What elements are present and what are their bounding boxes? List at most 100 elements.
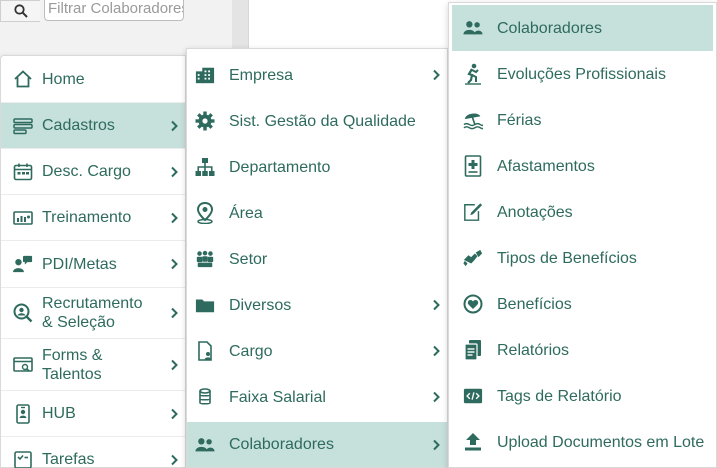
submenu-item-colaboradores-list[interactable]: Colaboradores — [452, 5, 713, 51]
main-menu: Home Cadastros Desc. Cargo Treinamento P… — [0, 55, 186, 468]
chevron-right-icon — [431, 345, 441, 357]
menu-item-label: PDI/Metas — [42, 255, 117, 273]
submenu-item-label: Sist. Gestão da Qualidade — [229, 112, 416, 130]
search-bar — [0, 0, 186, 22]
chevron-right-icon — [169, 408, 179, 420]
submenu-item-evolucoes-profissionais[interactable]: Evoluções Profissionais — [449, 51, 716, 97]
users-icon — [463, 18, 483, 38]
search-input[interactable] — [44, 0, 184, 21]
submenu-item-label: Faixa Salarial — [229, 388, 326, 406]
chevron-right-icon — [431, 439, 441, 451]
submenu-item-label: Benefícios — [497, 295, 572, 313]
menu-item-label: Recrutamento & Seleção — [42, 295, 143, 331]
chevron-right-icon — [169, 258, 179, 270]
menu-item-label: Cadastros — [42, 117, 115, 134]
menu-item-home[interactable]: Home — [1, 56, 185, 103]
chevron-right-icon — [431, 299, 441, 311]
submenu-item-label: Setor — [229, 250, 268, 268]
colaboradores-submenu: Colaboradores Evoluções Profissionais Fé… — [448, 2, 717, 468]
submenu-item-afastamentos[interactable]: Afastamentos — [449, 143, 716, 189]
submenu-item-colaboradores[interactable]: Colaboradores — [187, 422, 447, 467]
chevron-right-icon — [431, 69, 441, 81]
submenu-item-cargo[interactable]: Cargo — [187, 328, 447, 374]
submenu-item-label: Tags de Relatório — [497, 387, 622, 405]
code-tag-icon — [463, 386, 483, 406]
submenu-item-label: Departamento — [229, 158, 331, 176]
submenu-item-faixa-salarial[interactable]: Faixa Salarial — [187, 374, 447, 420]
submenu-item-relatorios[interactable]: Relatórios — [449, 327, 716, 373]
id-badge-icon — [13, 403, 33, 424]
submenu-item-anotacoes[interactable]: Anotações — [449, 189, 716, 235]
user-chat-icon — [13, 254, 33, 274]
menu-item-forms-talentos[interactable]: Forms & Talentos — [1, 339, 185, 391]
report-icon — [463, 340, 483, 361]
submenu-item-ferias[interactable]: Férias — [449, 97, 716, 143]
submenu-item-label: Cargo — [229, 342, 273, 360]
submenu-item-label: Colaboradores — [497, 19, 602, 37]
document-user-icon — [195, 341, 215, 361]
submenu-item-tags-de-relatorio[interactable]: Tags de Relatório — [449, 373, 716, 419]
submenu-item-label: Colaboradores — [229, 436, 334, 453]
menu-item-label: Treinamento — [42, 209, 132, 226]
chevron-right-icon — [169, 166, 179, 178]
submenu-item-label: Férias — [497, 111, 542, 129]
submenu-item-label: Evoluções Profissionais — [497, 65, 666, 83]
submenu-item-beneficios[interactable]: Benefícios — [449, 281, 716, 327]
menu-item-cadastros[interactable]: Cadastros — [1, 103, 185, 149]
menu-item-label: Home — [42, 70, 85, 88]
submenu-item-label: Relatórios — [497, 341, 570, 359]
chevron-right-icon — [169, 359, 179, 371]
map-pin-icon — [195, 202, 215, 224]
search-button[interactable] — [0, 0, 40, 22]
submenu-item-label: Área — [229, 204, 263, 222]
org-chart-icon — [195, 157, 215, 177]
submenu-item-label: Diversos — [229, 296, 292, 314]
submenu-item-label: Upload Documentos em Lote — [497, 433, 705, 451]
upload-icon — [463, 432, 483, 452]
menu-item-label: Forms & Talentos — [42, 346, 103, 383]
menu-item-desc-cargo[interactable]: Desc. Cargo — [1, 149, 185, 195]
menu-item-label: Desc. Cargo — [42, 163, 131, 180]
chevron-right-icon — [169, 454, 179, 466]
chevron-right-icon — [169, 307, 179, 319]
cadastros-submenu: Empresa Sist. Gestão da Qualidade Depart… — [186, 48, 448, 468]
home-icon — [13, 69, 33, 89]
chevron-right-icon — [169, 120, 179, 132]
beach-umbrella-icon — [463, 110, 483, 130]
menu-item-tarefas[interactable]: Tarefas — [1, 437, 185, 468]
coins-icon — [195, 387, 215, 407]
menu-item-label: Tarefas — [42, 451, 95, 468]
folder-icon — [195, 295, 215, 315]
group-icon — [195, 249, 215, 269]
submenu-item-departamento[interactable]: Departamento — [187, 144, 447, 190]
calendar-icon — [13, 162, 33, 182]
building-icon — [195, 65, 215, 85]
submenu-item-area[interactable]: Área — [187, 190, 447, 236]
submenu-item-label: Empresa — [229, 66, 294, 84]
submenu-item-label: Anotações — [497, 203, 573, 221]
menu-item-label: HUB — [42, 405, 76, 422]
search-icon — [13, 4, 28, 18]
submenu-item-label: Tipos de Benefícios — [497, 249, 637, 267]
menu-item-hub[interactable]: HUB — [1, 391, 185, 437]
menu-item-treinamento[interactable]: Treinamento — [1, 195, 185, 241]
menu-item-recrutamento-selecao[interactable]: Recrutamento & Seleção — [1, 288, 185, 339]
submenu-item-setor[interactable]: Setor — [187, 236, 447, 282]
users-icon — [195, 435, 215, 455]
submenu-item-tipos-de-beneficios[interactable]: Tipos de Benefícios — [449, 235, 716, 281]
edit-note-icon — [463, 202, 483, 222]
heart-circle-icon — [463, 294, 483, 314]
presentation-icon — [13, 208, 33, 228]
search-user-icon — [13, 303, 33, 323]
submenu-item-diversos[interactable]: Diversos — [187, 282, 447, 328]
running-person-icon — [463, 63, 483, 85]
submenu-item-upload-documentos-em-lote[interactable]: Upload Documentos em Lote — [449, 419, 716, 465]
list-icon — [13, 116, 33, 136]
chevron-right-icon — [431, 391, 441, 403]
medical-file-icon — [463, 155, 483, 177]
submenu-item-empresa[interactable]: Empresa — [187, 52, 447, 98]
submenu-item-sist-gestao-qualidade[interactable]: Sist. Gestão da Qualidade — [187, 98, 447, 144]
form-search-icon — [13, 355, 33, 375]
menu-item-pdi-metas[interactable]: PDI/Metas — [1, 241, 185, 288]
chevron-right-icon — [169, 212, 179, 224]
